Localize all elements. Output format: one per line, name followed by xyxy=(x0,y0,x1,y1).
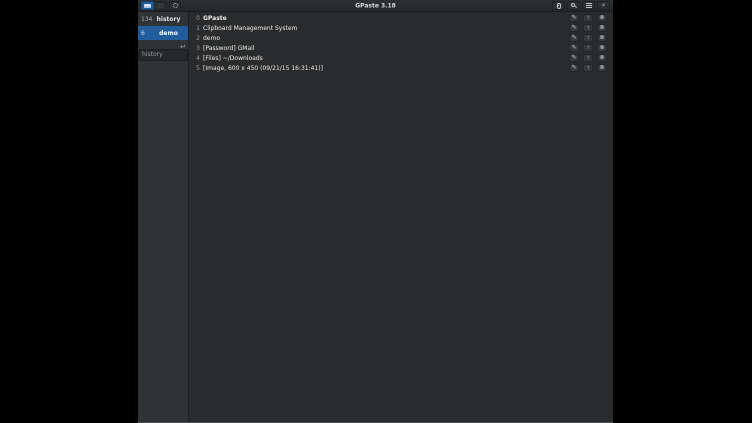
list-item[interactable]: 5 [Image, 600 x 450 (09/21/15 16:31:41)]… xyxy=(189,63,613,73)
list-item[interactable]: 2 demo ✎ ↑ ⊗ xyxy=(189,33,613,43)
headerbar-right-group: × xyxy=(552,1,610,10)
headerbar: GPaste 3.18 × xyxy=(138,0,613,12)
menu-button[interactable] xyxy=(582,1,595,10)
gpaste-window: GPaste 3.18 × 134 xyxy=(138,0,613,423)
item-actions: ✎ ↑ ⊗ xyxy=(569,14,607,22)
menu-icon xyxy=(586,3,592,4)
demo-count-badge: 6 xyxy=(141,30,152,37)
close-icon: × xyxy=(602,3,606,9)
upload-item-button[interactable]: ↑ xyxy=(583,34,593,42)
item-text: [Image, 600 x 450 (09/21/15 16:31:41)] xyxy=(203,65,323,72)
edit-icon: ✎ xyxy=(571,15,576,21)
upload-icon: ↑ xyxy=(587,25,590,31)
delete-icon: ⊗ xyxy=(599,35,604,41)
item-text: Clipboard Management System xyxy=(203,25,297,32)
about-button[interactable] xyxy=(552,1,565,10)
list-item[interactable]: 1 Clipboard Management System ✎ ↑ ⊗ xyxy=(189,23,613,33)
item-index: 1 xyxy=(196,25,200,32)
upload-item-button[interactable]: ↑ xyxy=(583,24,593,32)
edit-icon: ✎ xyxy=(571,65,576,71)
view-switcher xyxy=(141,1,181,10)
item-text: [Password] GMail xyxy=(203,45,254,52)
item-text: demo xyxy=(203,35,220,42)
keyboard-icon xyxy=(144,4,151,8)
item-index: 2 xyxy=(196,35,200,42)
upload-icon: ↑ xyxy=(587,35,590,41)
settings-view-toggle[interactable] xyxy=(154,1,167,10)
item-index: 3 xyxy=(196,45,200,52)
edit-item-button[interactable]: ✎ xyxy=(569,54,579,62)
edit-icon: ✎ xyxy=(571,35,576,41)
gear-icon xyxy=(173,3,178,8)
history-label: history xyxy=(152,16,185,23)
list-item[interactable]: 0 GPaste ✎ ↑ ⊗ xyxy=(189,13,613,23)
sidebar-item-demo[interactable]: 6 demo xyxy=(138,26,188,40)
enter-icon[interactable]: ↵ xyxy=(180,43,186,51)
delete-icon: ⊗ xyxy=(599,55,604,61)
history-view-toggle[interactable] xyxy=(141,1,154,10)
screen: GPaste 3.18 × 134 xyxy=(0,0,752,423)
delete-icon: ⊗ xyxy=(599,25,604,31)
sidebar-item-history[interactable]: 134 history xyxy=(138,12,188,26)
delete-icon: ⊗ xyxy=(599,15,604,21)
item-text: GPaste xyxy=(203,15,227,22)
item-actions: ✎ ↑ ⊗ xyxy=(569,24,607,32)
upload-icon: ↑ xyxy=(587,15,590,21)
delete-item-button[interactable]: ⊗ xyxy=(597,54,607,62)
close-button[interactable]: × xyxy=(597,1,610,10)
edit-item-button[interactable]: ✎ xyxy=(569,14,579,22)
clipboard-item-list: 0 GPaste ✎ ↑ ⊗ 1 Clipboard Management Sy… xyxy=(189,12,613,422)
histories-sidebar: 134 history 6 demo ↵ xyxy=(138,12,189,422)
edit-item-button[interactable]: ✎ xyxy=(569,64,579,72)
info-icon xyxy=(557,3,561,9)
upload-icon: ↑ xyxy=(587,45,590,51)
search-button[interactable] xyxy=(567,1,580,10)
track-changes-button[interactable] xyxy=(169,1,181,10)
blank-icon xyxy=(158,4,163,8)
item-index: 4 xyxy=(196,55,200,62)
edit-icon: ✎ xyxy=(571,45,576,51)
search-icon xyxy=(571,3,575,7)
item-index: 5 xyxy=(196,65,200,72)
item-actions: ✎ ↑ ⊗ xyxy=(569,54,607,62)
delete-icon: ⊗ xyxy=(599,65,604,71)
upload-item-button[interactable]: ↑ xyxy=(583,14,593,22)
upload-icon: ↑ xyxy=(587,55,590,61)
window-content: 134 history 6 demo ↵ 0 GPaste xyxy=(138,12,613,422)
edit-icon: ✎ xyxy=(571,55,576,61)
item-actions: ✎ ↑ ⊗ xyxy=(569,64,607,72)
upload-item-button[interactable]: ↑ xyxy=(583,54,593,62)
delete-item-button[interactable]: ⊗ xyxy=(597,14,607,22)
upload-item-button[interactable]: ↑ xyxy=(583,64,593,72)
edit-item-button[interactable]: ✎ xyxy=(569,44,579,52)
delete-icon: ⊗ xyxy=(599,45,604,51)
demo-label: demo xyxy=(152,30,185,37)
upload-item-button[interactable]: ↑ xyxy=(583,44,593,52)
window-title: GPaste 3.18 xyxy=(355,2,396,9)
delete-item-button[interactable]: ⊗ xyxy=(597,64,607,72)
edit-icon: ✎ xyxy=(571,25,576,31)
new-history-entry: ↵ xyxy=(138,41,188,54)
history-count-badge: 134 xyxy=(141,16,152,23)
item-actions: ✎ ↑ ⊗ xyxy=(569,34,607,42)
delete-item-button[interactable]: ⊗ xyxy=(597,34,607,42)
item-actions: ✎ ↑ ⊗ xyxy=(569,44,607,52)
delete-item-button[interactable]: ⊗ xyxy=(597,24,607,32)
item-text: [Files] ~/Downloads xyxy=(203,55,263,62)
edit-item-button[interactable]: ✎ xyxy=(569,34,579,42)
edit-item-button[interactable]: ✎ xyxy=(569,24,579,32)
list-item[interactable]: 4 [Files] ~/Downloads ✎ ↑ ⊗ xyxy=(189,53,613,63)
item-index: 0 xyxy=(196,15,200,22)
list-item[interactable]: 3 [Password] GMail ✎ ↑ ⊗ xyxy=(189,43,613,53)
delete-item-button[interactable]: ⊗ xyxy=(597,44,607,52)
upload-icon: ↑ xyxy=(587,65,590,71)
